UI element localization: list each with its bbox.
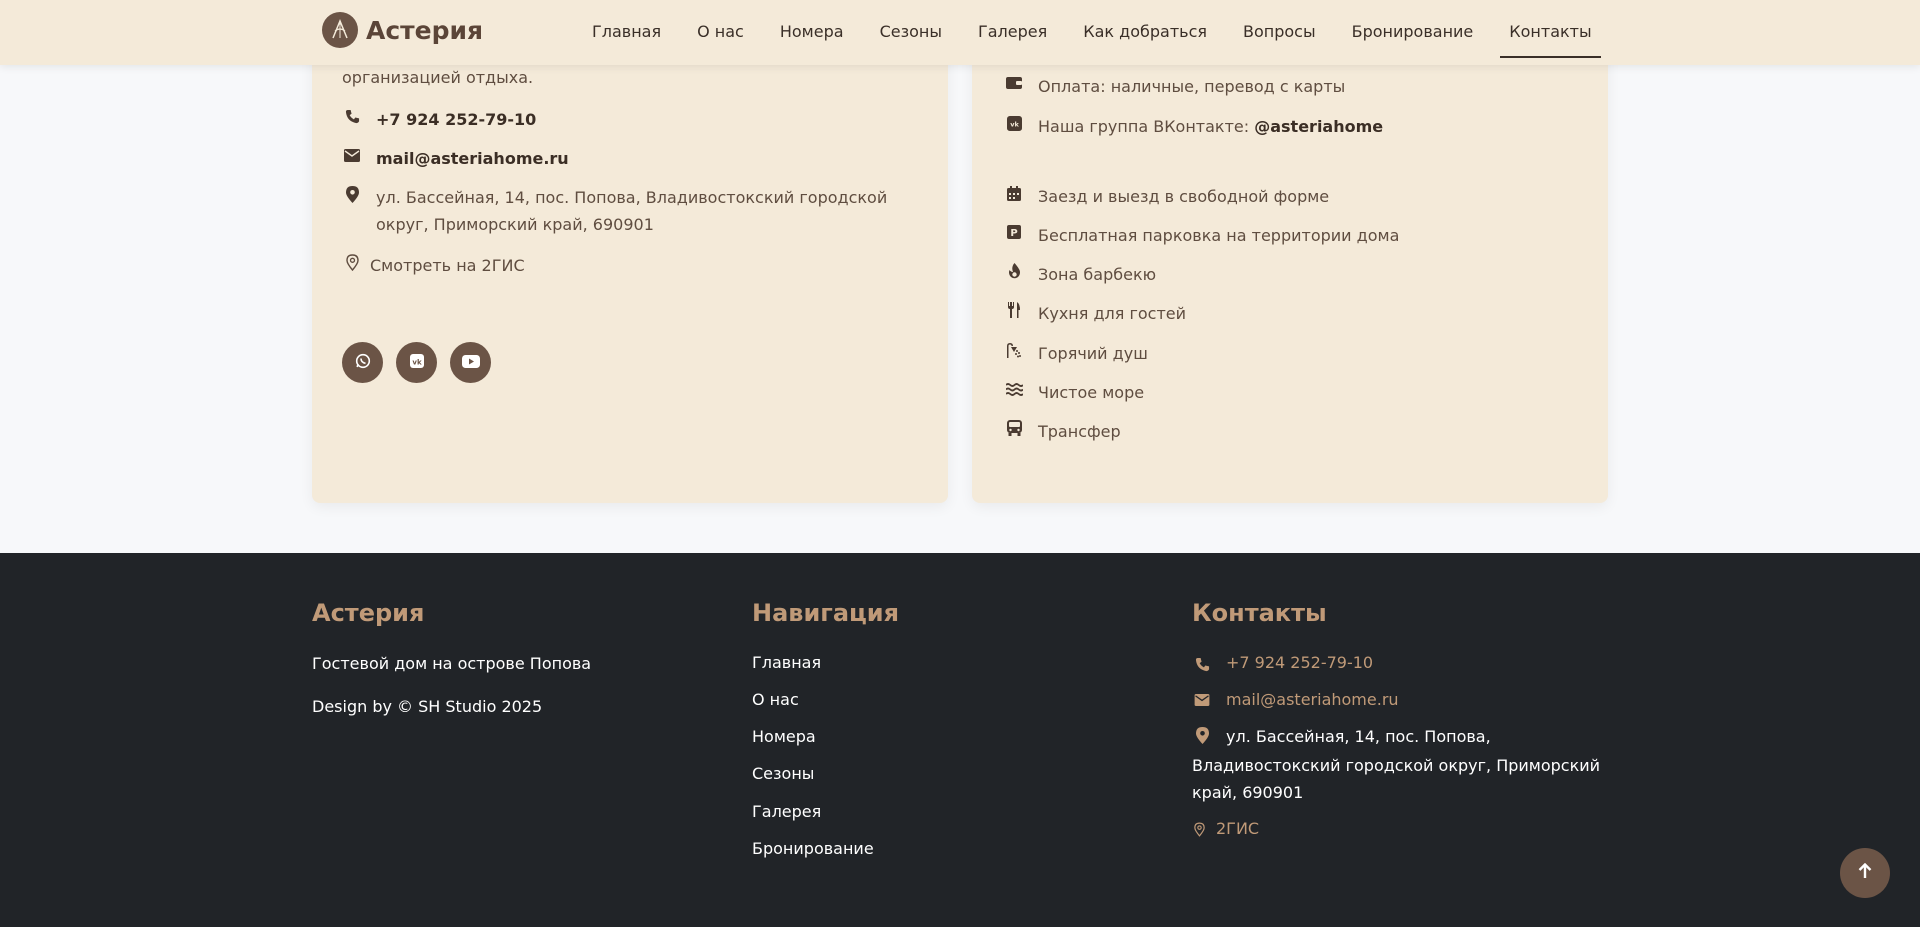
amenity-item: P Бесплатная парковка на территории дома (1004, 222, 1399, 249)
footer-address-text: ул. Бассейная, 14, пос. Попова, Владивос… (1192, 727, 1601, 802)
amenity-item: Заезд и выезд в свободной форме (1004, 183, 1329, 210)
payment-row: Оплата: наличные, перевод с карты (1004, 73, 1345, 100)
youtube-button[interactable] (450, 342, 491, 383)
vk-group-label: Наша группа ВКонтакте: (1038, 117, 1255, 136)
amenity-item: Кухня для гостей (1004, 300, 1186, 327)
location-pin-icon (1192, 819, 1206, 837)
whatsapp-icon (355, 353, 371, 373)
nav-item-gallery[interactable]: Галерея (960, 0, 1065, 62)
wallet-icon (1004, 73, 1024, 93)
intro-text: организацией отдыха. (342, 68, 534, 87)
calendar-icon (1004, 183, 1024, 203)
address-text: ул. Бассейная, 14, пос. Попова, Владивос… (376, 188, 888, 234)
arrow-up-icon (1858, 862, 1872, 883)
parking-icon: P (1004, 222, 1024, 242)
nav-item-booking[interactable]: Бронирование (1334, 0, 1492, 62)
footer-2gis-link[interactable]: 2ГИС (1216, 819, 1259, 838)
bus-icon (1004, 418, 1024, 438)
logo-icon (322, 12, 358, 48)
amenity-label: Зона барбекю (1038, 265, 1157, 284)
footer-tagline: Гостевой дом на острове Попова (312, 654, 592, 673)
amenity-item: Трансфер (1004, 418, 1121, 445)
envelope-icon (342, 145, 362, 165)
phone-icon (1192, 653, 1212, 672)
contacts-card: организацией отдыха. +7 924 252-79-10 ma… (312, 40, 948, 503)
map-2gis-link[interactable]: Смотреть на 2ГИС (370, 252, 525, 279)
amenity-label: Заезд и выезд в свободной форме (1038, 187, 1330, 206)
footer-link-home[interactable]: Главная (752, 653, 821, 672)
main-nav: Главная О нас Номера Сезоны Галерея Как … (574, 0, 1610, 62)
vk-icon: vk (409, 353, 425, 373)
footer-map-row: 2ГИС (1192, 819, 1259, 838)
phone-link[interactable]: +7 924 252-79-10 (376, 106, 536, 133)
svg-text:P: P (1010, 228, 1017, 239)
email-row: mail@asteriahome.ru (342, 145, 569, 172)
phone-row: +7 924 252-79-10 (342, 106, 536, 133)
brand-logo[interactable]: Астерия (322, 12, 483, 48)
footer-email-row: mail@asteriahome.ru (1192, 690, 1399, 709)
nav-item-contacts[interactable]: Контакты (1491, 0, 1609, 62)
vk-group-row: vk Наша группа ВКонтакте: @asteriahome (1004, 113, 1383, 140)
footer-link-gallery[interactable]: Галерея (752, 802, 821, 821)
amenity-label: Трансфер (1038, 422, 1121, 441)
vk-button[interactable]: vk (396, 342, 437, 383)
amenity-label: Чистое море (1038, 383, 1145, 402)
amenity-label: Кухня для гостей (1038, 304, 1187, 323)
svg-text:vk: vk (412, 358, 422, 366)
footer-phone-link[interactable]: +7 924 252-79-10 (1226, 653, 1373, 672)
nav-item-seasons[interactable]: Сезоны (862, 0, 960, 62)
payment-text: Оплата: наличные, перевод с карты (1038, 77, 1346, 96)
site-footer: Астерия Гостевой дом на острове Попова D… (0, 553, 1920, 927)
footer-address: ул. Бассейная, 14, пос. Попова, Владивос… (1192, 723, 1622, 806)
utensils-icon (1004, 300, 1024, 320)
footer-link-booking[interactable]: Бронирование (752, 839, 874, 858)
amenity-item: Чистое море (1004, 379, 1144, 406)
nav-item-about[interactable]: О нас (679, 0, 762, 62)
nav-item-rooms[interactable]: Номера (762, 0, 862, 62)
map-marker-icon (342, 184, 362, 204)
svg-text:vk: vk (1010, 120, 1019, 128)
info-card: Оплата: наличные, перевод с карты vk Наш… (972, 40, 1608, 503)
email-link[interactable]: mail@asteriahome.ru (376, 145, 569, 172)
amenity-item: Горячий душ (1004, 340, 1148, 367)
footer-link-about[interactable]: О нас (752, 690, 799, 709)
map-marker-icon (1192, 725, 1212, 752)
water-icon (1004, 379, 1024, 399)
scroll-to-top-button[interactable] (1840, 848, 1890, 898)
footer-brand-title: Астерия (312, 599, 425, 627)
footer-email-link[interactable]: mail@asteriahome.ru (1226, 690, 1399, 709)
youtube-icon (461, 353, 480, 372)
whatsapp-button[interactable] (342, 342, 383, 383)
brand-name: Астерия (366, 15, 484, 45)
nav-item-faq[interactable]: Вопросы (1225, 0, 1334, 62)
footer-nav-title: Навигация (752, 599, 900, 627)
footer-contacts-title: Контакты (1192, 599, 1327, 627)
footer-link-rooms[interactable]: Номера (752, 727, 816, 746)
address-row: ул. Бассейная, 14, пос. Попова, Владивос… (342, 184, 902, 238)
amenity-label: Горячий душ (1038, 344, 1148, 363)
location-pin-icon (342, 252, 362, 272)
site-header: Астерия Главная О нас Номера Сезоны Гале… (0, 0, 1920, 65)
amenity-item: Зона барбекю (1004, 261, 1156, 288)
envelope-icon (1192, 690, 1212, 706)
shower-icon (1004, 340, 1024, 360)
fire-icon (1004, 261, 1024, 281)
footer-phone-row: +7 924 252-79-10 (1192, 653, 1373, 672)
nav-item-directions[interactable]: Как добраться (1065, 0, 1225, 62)
map-link-row: Смотреть на 2ГИС (342, 252, 525, 279)
nav-item-home[interactable]: Главная (574, 0, 679, 62)
footer-link-seasons[interactable]: Сезоны (752, 764, 814, 783)
footer-credit: Design by © SH Studio 2025 (312, 697, 543, 716)
vk-group-link[interactable]: @asteriahome (1254, 113, 1383, 140)
vk-icon: vk (1004, 113, 1024, 133)
phone-icon (342, 106, 362, 126)
amenity-label: Бесплатная парковка на территории дома (1038, 226, 1400, 245)
